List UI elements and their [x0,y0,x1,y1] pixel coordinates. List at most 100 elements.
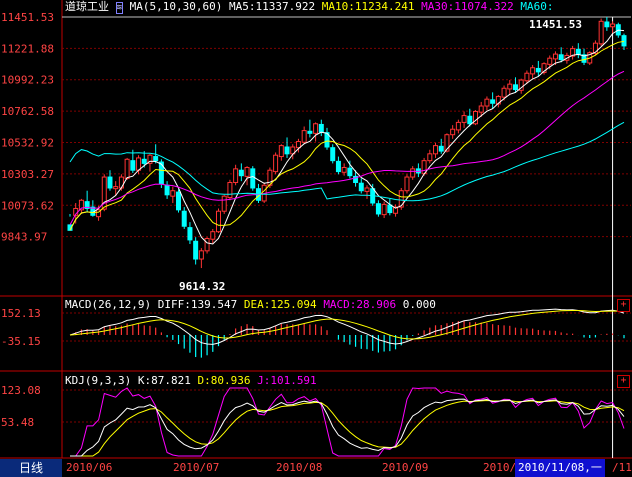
candle-body [507,83,513,90]
candle-body [278,145,284,158]
candle-body [233,168,239,184]
candle-body [301,130,307,143]
candle-body [170,190,176,197]
candle-body [313,123,319,134]
candle-body [141,158,147,164]
candle-body [250,168,256,189]
candle-body [107,176,113,189]
candle-body [467,115,473,125]
candle-body [330,147,336,162]
candle-body [164,184,170,196]
price-legend: 道琼工业 ≋ MA(5,10,30,60) MA5:11337.922 MA10… [65,1,554,14]
candle-body [210,231,216,240]
candle-body [124,158,130,179]
candle-body [136,157,142,171]
kdj-d-line [70,399,625,457]
candle-body [433,145,439,155]
candle-body [238,169,244,177]
macd-zero: 0.000 [402,298,436,311]
candle-body [484,98,490,107]
date-label-3: 2010/09 [382,461,429,474]
candle-body [198,250,204,260]
kdj-k: K:87.821 [137,374,191,387]
candle-body [381,203,387,216]
price-axis: 11451.53 11221.88 10992.23 10762.58 10532.92… [1,11,54,429]
candle-body [450,128,456,136]
kdj-tick-label: 53.48 [1,416,34,429]
candle-body [455,121,461,131]
candle-body [438,145,444,152]
moving-average-lines [69,29,625,245]
ma10-line [69,40,625,231]
low-annotation: 9614.32 [179,280,226,293]
candle-body [547,57,553,65]
candle-body [364,187,370,192]
candle-body [335,160,341,173]
period-selector[interactable]: 日线 [0,459,62,477]
macd-expand-button[interactable]: + [617,299,630,312]
candle-body [318,123,324,133]
price-tick-label: 10532.92 [1,137,54,150]
candle-body [387,204,393,214]
ma30-value: MA30:11074.322 [421,0,514,13]
candle-body [221,195,227,212]
macd-dea: DEA:125.094 [243,298,317,311]
price-tick-label: 11451.53 [1,11,54,24]
kdj-k-line [70,398,625,457]
candle-body [176,191,182,211]
macd-diff-line [69,308,625,345]
ma30-line [69,70,625,226]
date-label-2: 2010/08 [276,461,323,474]
candle-body [273,154,279,173]
stock-chart-canvas[interactable]: 11451.53 11221.88 10992.23 10762.58 10532.92… [0,0,632,477]
candle-body [552,53,558,60]
ma5-line [69,29,625,245]
cursor-date: 2010/11/08,一 [515,459,605,477]
date-label-1: 2010/07 [173,461,220,474]
candle-body [610,23,616,28]
price-tick-label: 9843.97 [1,231,47,244]
kdj-expand-button[interactable]: + [617,375,630,388]
candle-body [478,105,484,113]
high-annotation: 11451.53 [529,18,582,31]
macd-panel [69,308,625,358]
candle-body [558,54,564,61]
candle-body [461,115,467,123]
candle-body [341,166,347,173]
kdj-legend: KDJ(9,3,3) K:87.821 D:80.936 J:101.591 [65,375,317,387]
candle-body [410,168,416,178]
candle-body [193,240,199,260]
candle-body [204,238,210,252]
ma10-value: MA10:11234.241 [321,0,415,13]
candle-body [490,99,496,104]
candle-body [215,210,221,233]
candle-body [295,141,301,149]
kdj-params: KDJ(9,3,3) [65,374,132,387]
candle-body [284,146,290,155]
candle-body [118,176,124,189]
candle-body [375,203,381,215]
candle-body [501,87,507,98]
index-title: 道琼工业 [65,0,109,13]
candle-body [404,176,410,192]
candle-body [535,67,541,73]
ma60-value: MA60: [520,0,554,13]
candle-body [530,67,536,75]
candle-body [598,20,604,45]
price-tick-label: 10992.23 [1,74,54,87]
ma-settings-icon[interactable]: ≋ [115,2,124,14]
candle-body [604,21,610,28]
macd-tick-label: -35.15 [1,335,41,348]
candle-body [227,182,233,199]
candle-body [621,35,627,47]
macd-legend: MACD(26,12,9) DIFF:139.547 DEA:125.094 M… [65,299,436,311]
kdj-d: D:80.936 [197,374,251,387]
candle-body [307,130,313,134]
price-tick-label: 10073.62 [1,199,54,212]
candle-body [358,182,364,192]
kdj-tick-label: 123.08 [1,384,41,397]
candle-body [427,153,433,162]
candle-body [181,210,187,227]
candle-body [187,227,193,241]
date-label-0: 2010/06 [66,461,113,474]
